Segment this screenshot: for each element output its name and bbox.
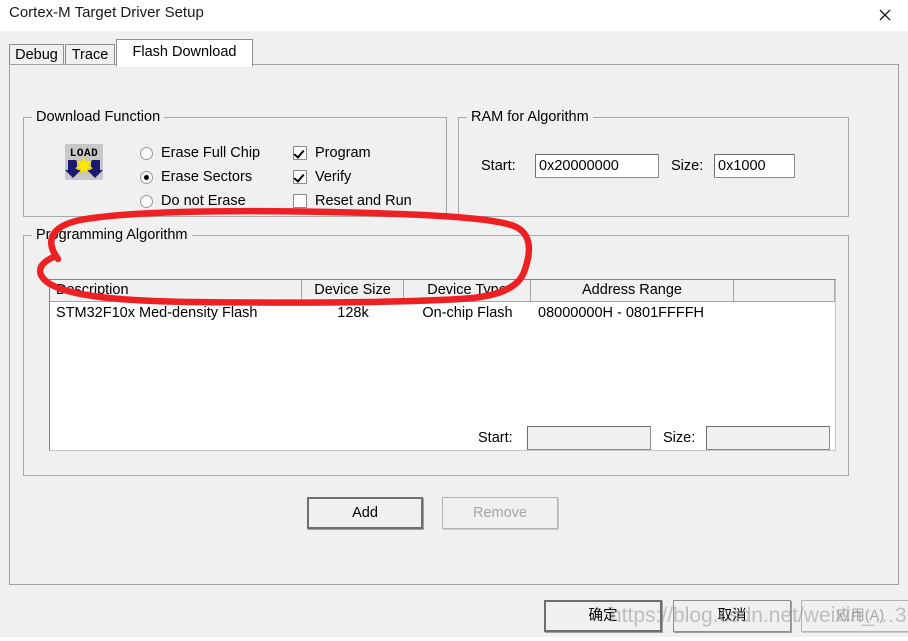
radio-indicator	[140, 170, 153, 184]
cancel-button[interactable]: 取消	[673, 600, 791, 632]
checkbox-program[interactable]: Program	[293, 142, 371, 164]
checkbox-label: Program	[315, 145, 371, 161]
cell-description: STM32F10x Med-density Flash	[56, 305, 258, 321]
algorithm-start-label: Start:	[478, 430, 513, 446]
checkbox-indicator	[293, 194, 307, 208]
load-flash-icon: LOAD	[64, 143, 104, 181]
cell-spacer	[734, 302, 835, 324]
radio-erase-full-chip[interactable]: Erase Full Chip	[140, 142, 260, 164]
page-title: Cortex-M Target Driver Setup	[9, 4, 204, 21]
ram-size-input[interactable]: 0x1000	[714, 154, 795, 178]
checkbox-reset-and-run[interactable]: Reset and Run	[293, 190, 412, 212]
group-label: RAM for Algorithm	[467, 109, 593, 125]
tab-label: Debug	[15, 47, 58, 63]
ram-start-input[interactable]: 0x20000000	[535, 154, 659, 178]
column-header-device-type[interactable]: Device Type	[404, 280, 531, 301]
radio-label: Erase Sectors	[161, 169, 253, 185]
checkbox-label: Verify	[315, 169, 352, 185]
tab-flash-download[interactable]: Flash Download	[116, 39, 253, 67]
column-header-device-size[interactable]: Device Size	[302, 280, 404, 301]
ram-for-algorithm-group: RAM for Algorithm Start: 0x20000000 Size…	[458, 109, 849, 217]
remove-button[interactable]: Remove	[442, 497, 558, 529]
column-header-description[interactable]: Description	[50, 280, 302, 301]
radio-indicator	[140, 194, 153, 208]
flash-download-panel: Download Function LOAD Erase Full Chip E…	[9, 64, 899, 585]
tab-label: Trace	[71, 47, 109, 63]
radio-label: Erase Full Chip	[161, 145, 261, 161]
programming-algorithm-group: Programming Algorithm Description Device…	[23, 227, 849, 476]
cell-address-range: 08000000H - 0801FFFFH	[538, 305, 705, 321]
group-label: Download Function	[32, 109, 165, 125]
tab-label: Flash Download	[132, 44, 237, 60]
column-header-spacer[interactable]	[734, 280, 835, 301]
table-header-row: Description Device Size Device Type Addr…	[50, 280, 835, 302]
ok-button[interactable]: 确定	[544, 600, 662, 632]
title-bar: Cortex-M Target Driver Setup	[0, 0, 908, 31]
checkbox-indicator	[293, 146, 307, 160]
ram-size-label: Size:	[671, 158, 704, 174]
close-icon[interactable]	[862, 0, 908, 31]
radio-indicator	[140, 146, 153, 160]
cell-device-type: On-chip Flash	[422, 305, 513, 321]
cell-device-size: 128k	[337, 305, 369, 321]
radio-label: Do not Erase	[161, 193, 246, 209]
apply-button[interactable]: 应用(A)	[801, 600, 908, 632]
table-row[interactable]: STM32F10x Med-density Flash 128k On-chip…	[50, 302, 835, 324]
ram-start-label: Start:	[481, 158, 516, 174]
group-label: Programming Algorithm	[32, 227, 192, 243]
radio-do-not-erase[interactable]: Do not Erase	[140, 190, 246, 212]
download-function-group: Download Function LOAD Erase Full Chip E…	[23, 109, 447, 217]
column-header-address-range[interactable]: Address Range	[531, 280, 734, 301]
checkbox-indicator	[293, 170, 307, 184]
dialog-body: Debug Trace Flash Download Download Func…	[0, 31, 908, 637]
algorithm-start-input[interactable]	[527, 426, 651, 450]
checkbox-verify[interactable]: Verify	[293, 166, 351, 188]
radio-erase-sectors[interactable]: Erase Sectors	[140, 166, 252, 188]
checkbox-label: Reset and Run	[315, 193, 412, 209]
add-button[interactable]: Add	[307, 497, 423, 529]
algorithm-size-input[interactable]	[706, 426, 830, 450]
algorithm-size-label: Size:	[663, 430, 696, 446]
tab-strip: Debug Trace Flash Download	[9, 39, 899, 67]
